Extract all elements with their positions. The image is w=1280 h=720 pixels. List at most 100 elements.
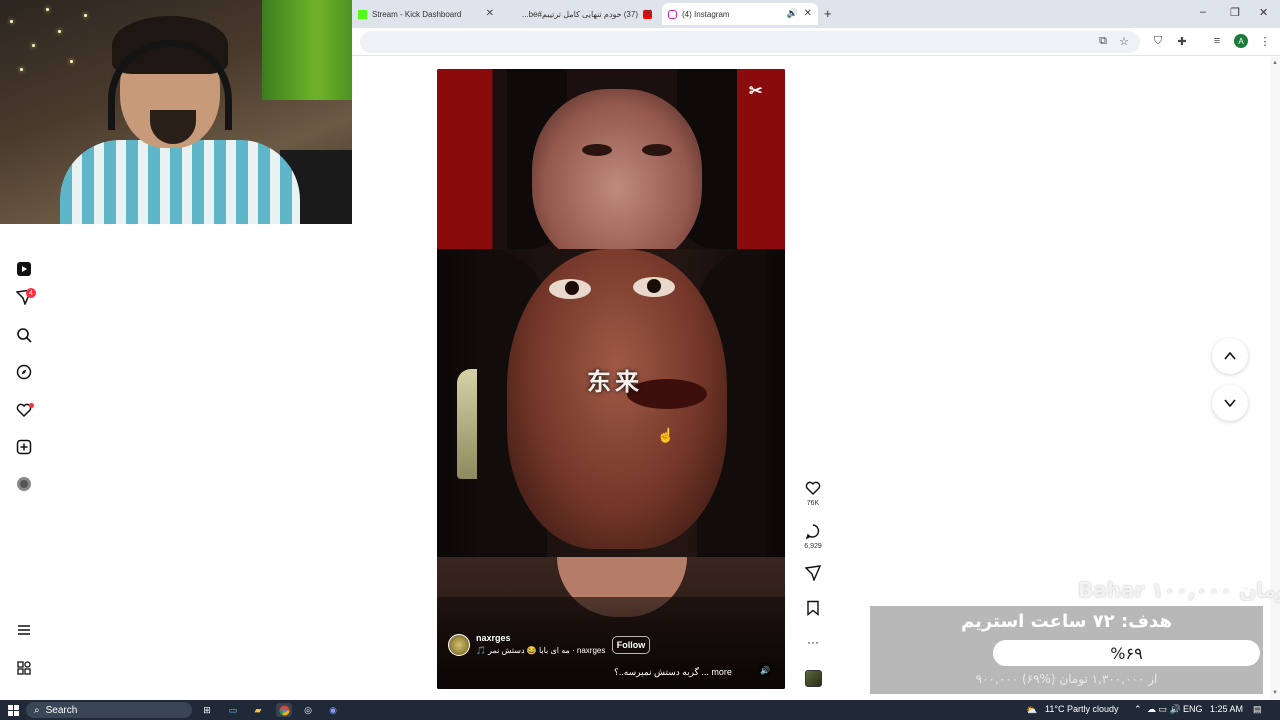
eye-right <box>633 277 675 297</box>
tab-kick-dashboard[interactable]: Stream - Kick Dashboard ✕ <box>352 3 500 25</box>
eye-left <box>549 279 591 299</box>
restore-icon[interactable]: ❐ <box>1230 6 1240 19</box>
search-icon: ⌕ <box>34 704 40 716</box>
minimize-icon[interactable]: – <box>1200 6 1206 18</box>
comment-count: 6,929 <box>804 543 822 550</box>
more-options-icon[interactable]: ··· <box>803 633 823 651</box>
profile-avatar[interactable]: A <box>1234 34 1248 48</box>
webcam-light <box>32 44 35 47</box>
webcam-curtain <box>262 0 352 100</box>
bottom-shadow <box>437 597 785 689</box>
scroll-up-icon[interactable]: ▲ <box>1272 60 1278 66</box>
donation-alert: Bahar ۱۰۰,۰۰۰ تومان <box>1078 578 1280 602</box>
tab-instagram[interactable]: (4) Instagram 🔊 ✕ <box>662 3 818 25</box>
instagram-sidebar: 4 <box>0 224 48 700</box>
audio-thumbnail[interactable] <box>805 670 822 687</box>
close-icon[interactable]: ✕ <box>486 8 494 19</box>
close-window-icon[interactable]: ✕ <box>1259 6 1268 19</box>
reel-frame-bottom <box>437 557 785 689</box>
tab-label: Stream - Kick Dashboard <box>372 9 462 19</box>
eye-right <box>642 144 672 156</box>
also-from-meta-icon[interactable] <box>15 659 33 677</box>
save-bookmark-icon[interactable] <box>803 599 823 617</box>
create-icon[interactable] <box>15 438 33 456</box>
clock[interactable]: 1:25 AM <box>1210 704 1243 714</box>
pupil <box>565 281 579 295</box>
webcam-light <box>70 60 73 63</box>
webcam-overlay <box>0 0 352 224</box>
donation-goal-widget: هدف: ۷۲ ساعت استریم %۶۹ ۹۰۰,۰۰۰ از ۱,۳۰۰… <box>870 606 1263 694</box>
eye-left <box>582 144 612 156</box>
search-icon[interactable] <box>15 326 33 344</box>
tray-icons[interactable]: ☁ ▭ 🔊 <box>1147 704 1181 715</box>
media-control-icon[interactable]: ≡ <box>1210 34 1224 48</box>
chevron-up-icon <box>1224 351 1236 360</box>
webcam-light <box>58 30 61 33</box>
screen: Stream - Kick Dashboard ✕ (37) خودم تنها… <box>0 0 1280 720</box>
reel-video[interactable]: ✂ 东来 <box>437 69 785 689</box>
more-menu-icon[interactable] <box>15 621 33 639</box>
volume-icon[interactable]: 🔊 <box>758 663 772 677</box>
taskbar-search[interactable]: ⌕ Search <box>26 702 192 718</box>
discord-icon[interactable]: ◉ <box>325 703 341 717</box>
comment-icon[interactable] <box>803 522 823 540</box>
chevron-down-icon <box>1224 399 1236 408</box>
close-icon[interactable]: ✕ <box>644 8 652 19</box>
extensions-icon[interactable]: ✚ <box>1175 34 1189 48</box>
language-indicator[interactable]: ENG <box>1183 704 1203 714</box>
install-app-icon[interactable]: ⧉ <box>1096 34 1110 48</box>
share-icon[interactable] <box>803 564 823 582</box>
task-view-icon[interactable]: ⊞ <box>200 703 214 717</box>
speaker-icon[interactable]: 🔊 <box>787 8 798 19</box>
webcam-light <box>20 68 23 71</box>
tray-chevron-icon[interactable]: ⌃ <box>1134 704 1142 715</box>
webcam-light <box>46 8 49 11</box>
webcam-light <box>84 14 87 17</box>
reel-audio-info[interactable]: naxrges · مه ای بابا 😂 دستش نمر 🎵 <box>476 646 605 655</box>
page-scrollbar[interactable] <box>1270 57 1280 700</box>
notification-dot <box>29 403 34 408</box>
bookmark-star-icon[interactable]: ☆ <box>1117 34 1131 48</box>
author-username[interactable]: naxrges <box>476 633 511 643</box>
tab-youtube[interactable]: (37) خودم تنهایی کامل ترتیبم#be... ✕ <box>504 3 658 25</box>
goal-title: هدف: ۷۲ ساعت استریم <box>961 611 1172 632</box>
desktop-app-icon[interactable]: ▭ <box>226 703 240 717</box>
previous-reel-button[interactable] <box>1212 338 1248 374</box>
goal-progress-bar: %۶۹ <box>993 640 1260 666</box>
messages-badge: 4 <box>26 288 36 298</box>
reels-icon[interactable] <box>15 260 33 278</box>
tab-label: (4) Instagram <box>682 9 730 19</box>
weather-icon: ⛅ <box>1026 704 1038 715</box>
face-top <box>532 89 702 269</box>
scroll-down-icon[interactable]: ▼ <box>1272 690 1278 696</box>
webcam-person-shirt <box>60 140 300 224</box>
file-explorer-icon[interactable]: ▰ <box>251 703 265 717</box>
author-avatar[interactable] <box>448 634 470 656</box>
reel-caption[interactable]: گربه دستش نمیرسه..؟ ... more <box>614 667 732 678</box>
shield-icon[interactable]: ⛉ <box>1151 34 1165 48</box>
webcam-light <box>10 20 13 23</box>
close-icon[interactable]: ✕ <box>804 8 812 19</box>
reel-frame-middle <box>437 249 785 557</box>
new-tab-button[interactable]: + <box>824 6 832 21</box>
next-reel-button[interactable] <box>1212 385 1248 421</box>
notification-center-icon[interactable]: ▤ <box>1253 704 1262 715</box>
weather-text[interactable]: 11°C Partly cloudy <box>1045 704 1118 714</box>
menu-kebab-icon[interactable]: ⋮ <box>1258 34 1272 48</box>
reel-frame-top: ✂ <box>437 69 785 269</box>
reel-overlay-text: 东来 <box>587 368 643 396</box>
goal-amount: ۹۰۰,۰۰۰ از ۱,۳۰۰,۰۰۰ تومان (%۶۹) <box>975 672 1158 686</box>
tab-label: (37) خودم تنهایی کامل ترتیبم#be... <box>521 9 638 19</box>
like-heart-icon[interactable] <box>803 479 823 497</box>
follow-button[interactable]: Follow <box>612 636 650 654</box>
instagram-icon <box>668 9 677 19</box>
goal-percent: %۶۹ <box>1110 644 1143 663</box>
obs-icon[interactable]: ◎ <box>301 703 315 717</box>
windows-start-icon[interactable] <box>6 703 20 717</box>
explore-icon[interactable] <box>15 363 33 381</box>
address-bar[interactable] <box>360 31 1140 53</box>
profile-avatar-icon[interactable] <box>15 475 33 493</box>
like-count: 76K <box>806 500 820 507</box>
pupil <box>647 279 661 293</box>
chrome-icon[interactable] <box>276 703 292 717</box>
